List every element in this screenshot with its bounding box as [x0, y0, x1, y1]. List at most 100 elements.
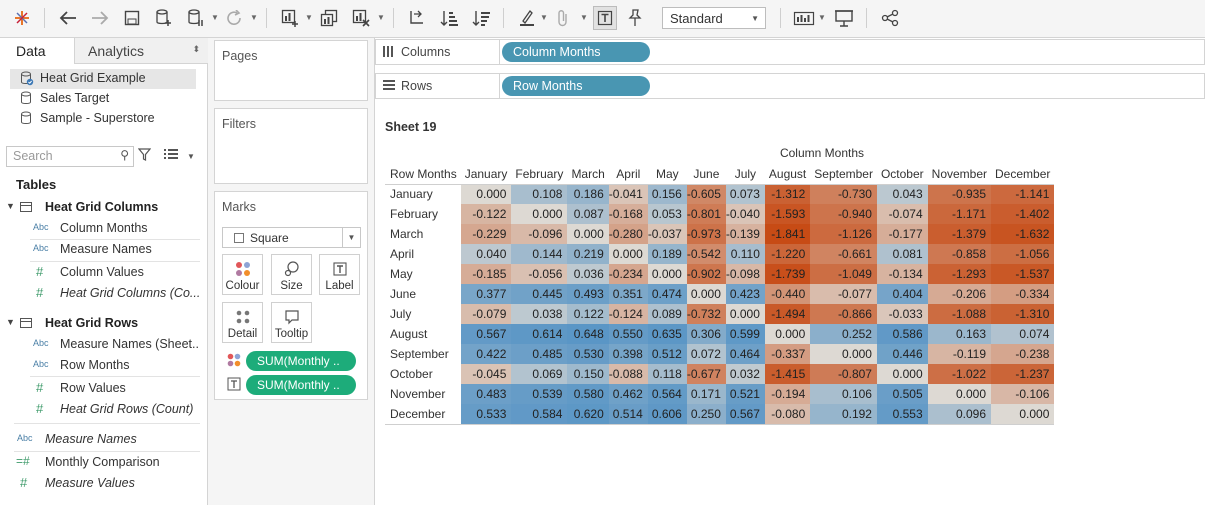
- heat-cell[interactable]: -1.593: [764, 204, 811, 224]
- heat-cell[interactable]: -0.185: [460, 264, 512, 284]
- heat-cell[interactable]: -1.126: [810, 224, 877, 244]
- heat-cell[interactable]: 0.446: [876, 344, 928, 364]
- heat-cell[interactable]: -0.096: [511, 224, 568, 244]
- heat-cell[interactable]: 0.150: [567, 364, 609, 384]
- heat-cell[interactable]: -0.935: [927, 184, 992, 204]
- heat-cell[interactable]: 0.096: [927, 404, 992, 425]
- swap-rows-columns-icon[interactable]: [405, 6, 429, 30]
- heat-cell[interactable]: 0.000: [608, 244, 648, 264]
- heat-cell[interactable]: 0.530: [567, 344, 609, 364]
- row-header[interactable]: May: [385, 264, 461, 284]
- tab-analytics[interactable]: Analytics ⬍: [75, 38, 208, 63]
- heat-cell[interactable]: 0.648: [567, 324, 609, 344]
- heat-cell[interactable]: -0.730: [810, 184, 877, 204]
- heat-cell[interactable]: 0.422: [460, 344, 512, 364]
- heat-cell[interactable]: -0.040: [725, 204, 765, 224]
- heat-cell[interactable]: -0.056: [511, 264, 568, 284]
- heat-cell[interactable]: 0.462: [608, 384, 648, 404]
- save-icon[interactable]: [120, 6, 144, 30]
- heat-cell[interactable]: -0.440: [764, 284, 811, 304]
- heat-cell[interactable]: 0.192: [810, 404, 877, 425]
- heat-cell[interactable]: 0.533: [460, 404, 512, 425]
- new-datasource-icon[interactable]: [152, 6, 176, 30]
- columns-shelf[interactable]: Columns Column Months: [375, 39, 1205, 65]
- rows-shelf[interactable]: Rows Row Months: [375, 73, 1205, 99]
- highlight-caret-icon[interactable]: ▼: [540, 13, 548, 22]
- heat-cell[interactable]: 0.043: [876, 184, 928, 204]
- presentation-mode-icon[interactable]: [832, 6, 856, 30]
- heat-cell[interactable]: -0.234: [608, 264, 648, 284]
- heat-cell[interactable]: 0.110: [725, 244, 765, 264]
- heat-cell[interactable]: -0.542: [686, 244, 726, 264]
- row-header[interactable]: December: [385, 404, 461, 425]
- field-item[interactable]: Abc Row Months: [30, 355, 200, 376]
- detail-button[interactable]: Detail: [222, 302, 263, 343]
- heat-cell[interactable]: 0.483: [460, 384, 512, 404]
- heat-cell[interactable]: -0.168: [608, 204, 648, 224]
- heat-cell[interactable]: -0.206: [927, 284, 992, 304]
- heat-cell[interactable]: 0.252: [810, 324, 877, 344]
- colour-measure-pill[interactable]: SUM(Monthly ..: [246, 351, 356, 371]
- row-header[interactable]: April: [385, 244, 461, 264]
- heat-cell[interactable]: 0.106: [810, 384, 877, 404]
- heat-cell[interactable]: -0.122: [460, 204, 512, 224]
- heat-cell[interactable]: -0.041: [608, 184, 648, 204]
- heat-cell[interactable]: -0.858: [927, 244, 992, 264]
- heat-cell[interactable]: 0.512: [647, 344, 687, 364]
- table-heat-grid-rows[interactable]: ▼ Heat Grid Rows: [0, 314, 200, 334]
- column-header[interactable]: November: [927, 164, 992, 185]
- heat-cell[interactable]: 0.074: [991, 324, 1055, 344]
- label-measure-pill[interactable]: SUM(Monthly ..: [246, 375, 356, 395]
- heat-cell[interactable]: 0.567: [460, 324, 512, 344]
- highlight-icon[interactable]: [515, 6, 539, 30]
- show-mark-labels-icon[interactable]: [593, 6, 617, 30]
- heat-cell[interactable]: 0.000: [647, 264, 687, 284]
- new-worksheet-caret-icon[interactable]: ▼: [305, 13, 313, 22]
- heat-cell[interactable]: 0.163: [927, 324, 992, 344]
- heat-cell[interactable]: -1.632: [991, 224, 1055, 244]
- heat-cell[interactable]: 0.306: [686, 324, 726, 344]
- row-header[interactable]: February: [385, 204, 461, 224]
- heat-cell[interactable]: -1.141: [991, 184, 1055, 204]
- heat-cell[interactable]: 0.567: [725, 404, 765, 425]
- heat-cell[interactable]: 0.000: [991, 404, 1055, 425]
- sort-descending-icon[interactable]: [469, 6, 493, 30]
- heat-cell[interactable]: -1.171: [927, 204, 992, 224]
- heat-cell[interactable]: -0.605: [686, 184, 726, 204]
- heat-cell[interactable]: -0.194: [764, 384, 811, 404]
- heat-cell[interactable]: -1.841: [764, 224, 811, 244]
- field-item[interactable]: Abc Column Months: [30, 218, 200, 239]
- colour-button[interactable]: Colour: [222, 254, 263, 295]
- row-header[interactable]: March: [385, 224, 461, 244]
- heat-cell[interactable]: -0.732: [686, 304, 726, 324]
- column-header[interactable]: August: [764, 164, 811, 185]
- heat-cell[interactable]: -0.280: [608, 224, 648, 244]
- sort-ascending-icon[interactable]: [437, 6, 461, 30]
- share-icon[interactable]: [878, 6, 902, 30]
- datasource-item[interactable]: Sample - Superstore: [10, 109, 196, 129]
- field-item[interactable]: =# Monthly Comparison: [14, 452, 200, 473]
- heat-cell[interactable]: 0.553: [876, 404, 928, 425]
- heat-cell[interactable]: -0.334: [991, 284, 1055, 304]
- heat-cell[interactable]: 0.072: [686, 344, 726, 364]
- redo-icon[interactable]: [88, 6, 112, 30]
- heat-cell[interactable]: -0.106: [991, 384, 1055, 404]
- heat-cell[interactable]: 0.000: [876, 364, 928, 384]
- heat-cell[interactable]: -1.237: [991, 364, 1055, 384]
- clear-sheet-icon[interactable]: [349, 6, 373, 30]
- heat-cell[interactable]: -0.177: [876, 224, 928, 244]
- heat-cell[interactable]: -0.973: [686, 224, 726, 244]
- heat-cell[interactable]: 0.000: [511, 204, 568, 224]
- field-item[interactable]: # Heat Grid Rows (Count): [30, 399, 200, 420]
- column-header[interactable]: September: [810, 164, 877, 185]
- heat-cell[interactable]: 0.464: [725, 344, 765, 364]
- heat-cell[interactable]: -0.037: [647, 224, 687, 244]
- heat-cell[interactable]: 0.036: [567, 264, 609, 284]
- show-me-caret-icon[interactable]: ▼: [818, 13, 826, 22]
- heat-cell[interactable]: 0.081: [876, 244, 928, 264]
- heat-cell[interactable]: -1.088: [927, 304, 992, 324]
- heat-cell[interactable]: 0.053: [647, 204, 687, 224]
- heat-cell[interactable]: 0.000: [460, 184, 512, 204]
- column-header[interactable]: May: [647, 164, 687, 185]
- heat-cell[interactable]: -0.080: [764, 404, 811, 425]
